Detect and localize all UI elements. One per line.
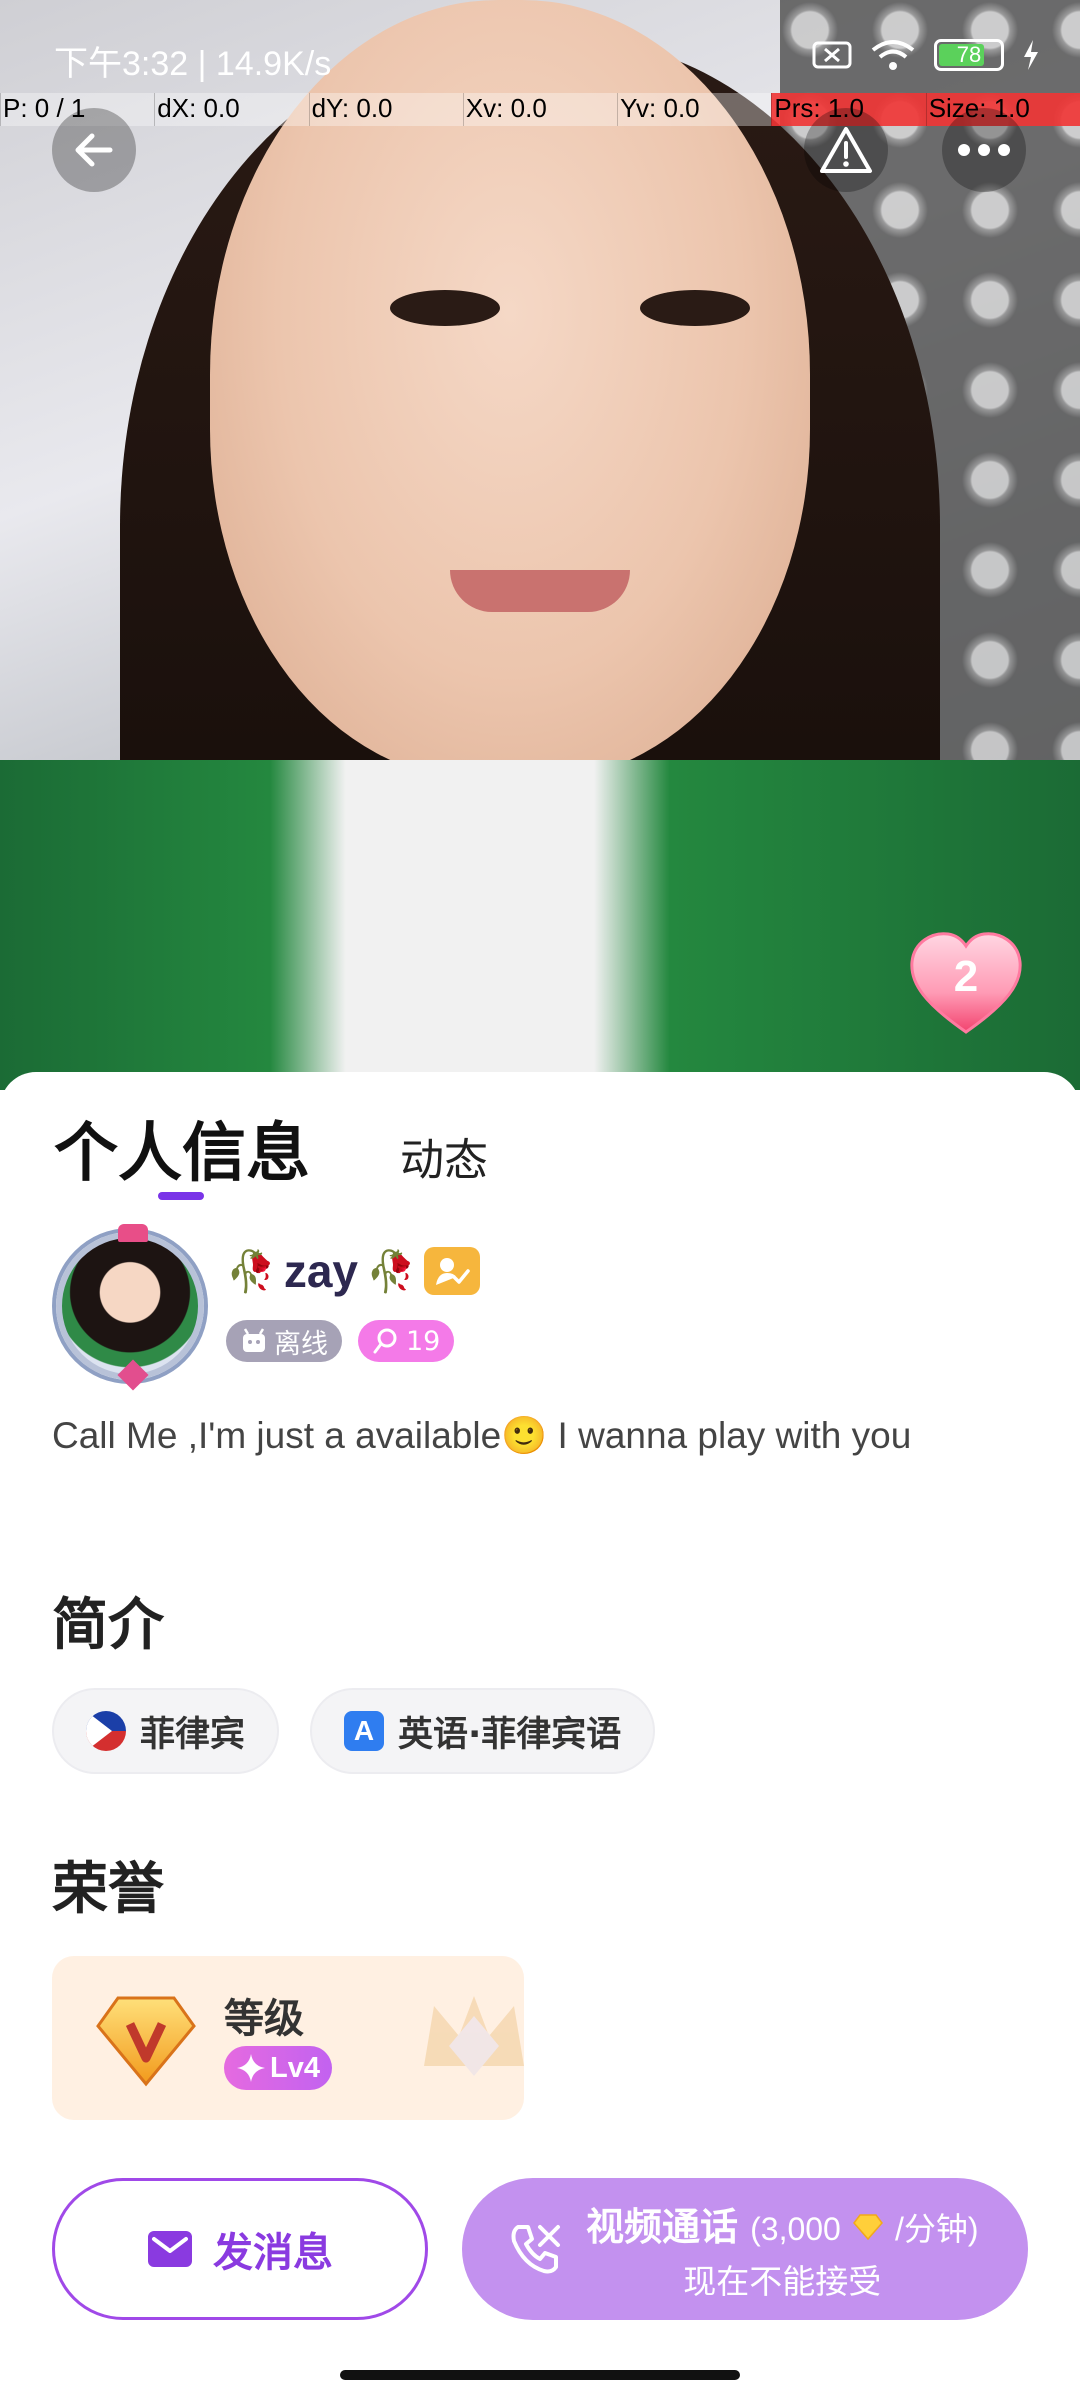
offline-text: 离线 — [274, 1328, 328, 1360]
wifi-icon — [871, 40, 915, 70]
debug-dx: dX: 0.0 — [154, 93, 308, 126]
level-value: Lv4 — [270, 2051, 320, 2084]
avatar[interactable] — [56, 1224, 204, 1391]
video-call-title: 视频通话 — [586, 2204, 739, 2249]
sim-off-icon — [812, 41, 852, 69]
photo-eye-left — [390, 290, 500, 326]
tab-bar: 个人信息 动态 — [54, 1102, 488, 1194]
report-button[interactable] — [804, 108, 888, 192]
status-time: 下午3:32 | 14.9K/s — [54, 45, 332, 83]
diamond-icon — [852, 2213, 883, 2240]
fans-icon — [373, 1328, 397, 1354]
call-disabled-icon — [511, 2225, 560, 2274]
country-text: 菲律宾 — [140, 1714, 246, 1755]
bio-text: Call Me ,I'm just a available🙂 I wanna p… — [52, 1415, 912, 1456]
translate-icon: A — [344, 1711, 384, 1751]
debug-dy: dY: 0.0 — [308, 93, 463, 126]
tab-moments[interactable]: 动态 — [400, 1124, 488, 1188]
avatar-frame-gem — [117, 1359, 149, 1391]
tab-indicator — [158, 1192, 204, 1200]
rose-icon: 🥀 — [365, 1248, 416, 1295]
honor-title: 荣誉 — [52, 1857, 164, 1922]
back-button[interactable] — [52, 108, 136, 192]
photo-eye-right — [640, 290, 750, 326]
warning-icon — [820, 127, 872, 173]
pointer-debug-bar: P: 0 / 1 dX: 0.0 dY: 0.0 Xv: 0.0 Yv: 0.0… — [0, 93, 1080, 126]
verified-icon — [423, 1247, 480, 1295]
battery-indicator: 78 — [934, 39, 1004, 71]
mail-icon — [148, 2231, 192, 2267]
crown-watermark-icon — [424, 1996, 524, 2076]
philippines-flag-icon — [86, 1711, 126, 1751]
debug-yv: Yv: 0.0 — [617, 93, 771, 126]
fans-badge: 19 — [358, 1320, 455, 1362]
country-chip: 菲律宾 — [52, 1688, 280, 1774]
rose-icon: 🥀 — [226, 1248, 276, 1295]
level-badge: Lv4 — [224, 2046, 332, 2090]
profile-photo[interactable] — [0, 0, 1080, 1090]
sparkle-icon — [237, 2054, 265, 2082]
v-medal-icon — [96, 1996, 196, 2087]
home-indicator[interactable] — [340, 2370, 740, 2380]
tab-personal-info[interactable]: 个人信息 — [54, 1102, 310, 1194]
video-call-button[interactable]: 视频通话 (3,000 /分钟) 现在不能接受 — [462, 2178, 1028, 2320]
video-call-title-row: 视频通话 (3,000 /分钟) — [586, 2196, 979, 2251]
name-row: 🥀 zay 🥀 — [226, 1244, 480, 1298]
call-rate-suffix: /分钟) — [895, 2210, 979, 2247]
arrow-left-icon — [75, 133, 113, 167]
send-message-button[interactable]: 发消息 — [52, 2178, 428, 2320]
level-card[interactable]: 等级 Lv4 — [52, 1956, 524, 2120]
more-icon — [958, 144, 1010, 156]
status-bar: 下午3:32 | 14.9K/s 78 — [0, 0, 1080, 95]
heart-count: 2 — [953, 952, 979, 1001]
send-message-label: 发消息 — [213, 2230, 333, 2276]
status-icons: 78 — [812, 38, 1040, 72]
status-badges: 离线 19 — [226, 1320, 455, 1362]
more-button[interactable] — [942, 108, 1026, 192]
language-chip: A 英语·菲律宾语 — [310, 1688, 656, 1774]
fans-count: 19 — [406, 1325, 441, 1357]
photo-shirt — [0, 760, 1080, 1090]
call-rate-prefix: (3,000 — [750, 2210, 841, 2247]
charging-icon — [1024, 40, 1038, 70]
avatar-frame-crown — [118, 1224, 148, 1242]
robot-icon — [243, 1328, 265, 1352]
debug-xv: Xv: 0.0 — [462, 93, 617, 126]
user-name: zay — [283, 1245, 358, 1297]
offline-badge: 离线 — [226, 1320, 342, 1362]
video-call-text: 视频通话 (3,000 /分钟) 现在不能接受 — [586, 2196, 979, 2303]
video-call-unavailable: 现在不能接受 — [683, 2261, 882, 2301]
intro-title: 简介 — [52, 1593, 164, 1658]
level-label: 等级 — [224, 1996, 304, 2042]
language-text: 英语·菲律宾语 — [398, 1714, 622, 1755]
photo-mouth — [450, 570, 630, 612]
like-heart-button[interactable]: 2 — [906, 928, 1026, 1038]
